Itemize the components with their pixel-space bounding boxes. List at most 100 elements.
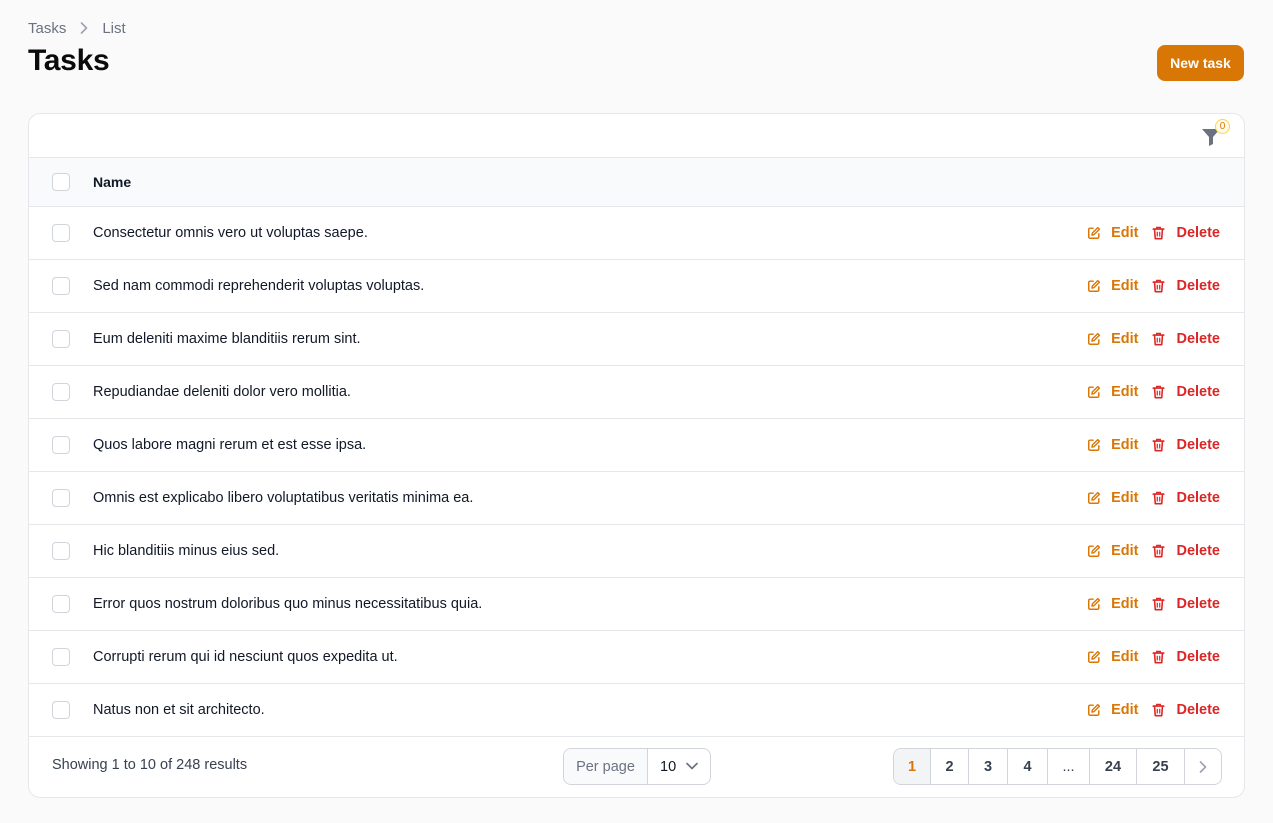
- table-row: Sed nam commodi reprehenderit voluptas v…: [29, 260, 1244, 313]
- trash-icon: [1152, 650, 1170, 664]
- pagination-ellipsis: ...: [1048, 749, 1090, 784]
- table-row: Error quos nostrum doloribus quo minus n…: [29, 578, 1244, 631]
- table-row: Repudiandae deleniti dolor vero mollitia…: [29, 366, 1244, 419]
- row-actions: Edit Delete: [1087, 331, 1220, 347]
- edit-label: Edit: [1111, 596, 1139, 612]
- edit-button[interactable]: Edit: [1087, 278, 1138, 294]
- row-actions: Edit Delete: [1087, 384, 1220, 400]
- row-checkbox[interactable]: [52, 224, 70, 242]
- edit-button[interactable]: Edit: [1087, 490, 1138, 506]
- row-actions: Edit Delete: [1087, 543, 1220, 559]
- row-checkbox[interactable]: [52, 648, 70, 666]
- row-actions: Edit Delete: [1087, 225, 1220, 241]
- chevron-down-icon: [686, 762, 698, 770]
- page-button-24[interactable]: 24: [1090, 749, 1137, 784]
- delete-button[interactable]: Delete: [1152, 543, 1220, 559]
- task-name: Omnis est explicabo libero voluptatibus …: [93, 490, 474, 506]
- tasks-table-card: 0 Name Consectetur omnis vero ut volupta…: [28, 113, 1245, 798]
- edit-icon: [1087, 385, 1106, 399]
- edit-label: Edit: [1111, 278, 1139, 294]
- column-header-name[interactable]: Name: [93, 174, 131, 190]
- trash-icon: [1152, 226, 1170, 240]
- breadcrumb: Tasks List: [28, 18, 126, 38]
- row-checkbox[interactable]: [52, 542, 70, 560]
- edit-button[interactable]: Edit: [1087, 384, 1138, 400]
- delete-button[interactable]: Delete: [1152, 490, 1220, 506]
- edit-icon: [1087, 650, 1106, 664]
- page-button-1[interactable]: 1: [894, 749, 931, 784]
- edit-button[interactable]: Edit: [1087, 649, 1138, 665]
- row-actions: Edit Delete: [1087, 702, 1220, 718]
- table-row: Omnis est explicabo libero voluptatibus …: [29, 472, 1244, 525]
- delete-button[interactable]: Delete: [1152, 225, 1220, 241]
- trash-icon: [1152, 491, 1170, 505]
- select-all-checkbox[interactable]: [52, 173, 70, 191]
- row-checkbox[interactable]: [52, 330, 70, 348]
- task-name: Consectetur omnis vero ut voluptas saepe…: [93, 225, 368, 241]
- edit-button[interactable]: Edit: [1087, 331, 1138, 347]
- delete-button[interactable]: Delete: [1152, 278, 1220, 294]
- page-title: Tasks: [28, 44, 110, 77]
- row-checkbox[interactable]: [52, 436, 70, 454]
- trash-icon: [1152, 279, 1170, 293]
- breadcrumb-tasks-link[interactable]: Tasks: [28, 20, 66, 37]
- task-name: Repudiandae deleniti dolor vero mollitia…: [93, 384, 351, 400]
- trash-icon: [1152, 332, 1170, 346]
- chevron-right-icon: [1199, 760, 1207, 773]
- per-page-select[interactable]: 10: [648, 749, 710, 784]
- table-row: Corrupti rerum qui id nesciunt quos expe…: [29, 631, 1244, 684]
- task-name: Natus non et sit architecto.: [93, 702, 265, 718]
- edit-label: Edit: [1111, 331, 1139, 347]
- breadcrumb-current: List: [102, 19, 126, 37]
- table-row: Hic blanditiis minus eius sed. Edit Delete: [29, 525, 1244, 578]
- edit-label: Edit: [1111, 490, 1139, 506]
- delete-label: Delete: [1176, 702, 1220, 718]
- table-body: Consectetur omnis vero ut voluptas saepe…: [29, 207, 1244, 737]
- delete-button[interactable]: Delete: [1152, 437, 1220, 453]
- page-button-3[interactable]: 3: [969, 749, 1008, 784]
- delete-label: Delete: [1176, 384, 1220, 400]
- row-checkbox[interactable]: [52, 595, 70, 613]
- trash-icon: [1152, 544, 1170, 558]
- page-button-2[interactable]: 2: [931, 749, 969, 784]
- row-checkbox[interactable]: [52, 383, 70, 401]
- delete-button[interactable]: Delete: [1152, 384, 1220, 400]
- edit-button[interactable]: Edit: [1087, 437, 1138, 453]
- row-checkbox[interactable]: [52, 489, 70, 507]
- table-row: Quos labore magni rerum et est esse ipsa…: [29, 419, 1244, 472]
- edit-icon: [1087, 332, 1106, 346]
- edit-icon: [1087, 544, 1106, 558]
- row-checkbox[interactable]: [52, 277, 70, 295]
- task-name: Eum deleniti maxime blanditiis rerum sin…: [93, 331, 361, 347]
- delete-button[interactable]: Delete: [1152, 649, 1220, 665]
- task-name: Sed nam commodi reprehenderit voluptas v…: [93, 278, 425, 294]
- next-page-button[interactable]: [1185, 749, 1221, 784]
- row-actions: Edit Delete: [1087, 596, 1220, 612]
- delete-button[interactable]: Delete: [1152, 331, 1220, 347]
- edit-label: Edit: [1111, 543, 1139, 559]
- task-name: Error quos nostrum doloribus quo minus n…: [93, 596, 483, 612]
- new-task-button[interactable]: New task: [1157, 45, 1244, 81]
- page-button-25[interactable]: 25: [1137, 749, 1185, 784]
- edit-button[interactable]: Edit: [1087, 702, 1138, 718]
- pagination: 1 2 3 4... 24 25: [893, 748, 1222, 785]
- page-button-4[interactable]: 4: [1008, 749, 1048, 784]
- delete-button[interactable]: Delete: [1152, 596, 1220, 612]
- row-checkbox[interactable]: [52, 701, 70, 719]
- delete-button[interactable]: Delete: [1152, 702, 1220, 718]
- edit-icon: [1087, 279, 1106, 293]
- edit-label: Edit: [1111, 702, 1139, 718]
- edit-icon: [1087, 703, 1106, 717]
- edit-button[interactable]: Edit: [1087, 543, 1138, 559]
- delete-label: Delete: [1176, 596, 1220, 612]
- edit-button[interactable]: Edit: [1087, 596, 1138, 612]
- edit-icon: [1087, 597, 1106, 611]
- row-actions: Edit Delete: [1087, 278, 1220, 294]
- row-actions: Edit Delete: [1087, 649, 1220, 665]
- edit-icon: [1087, 491, 1106, 505]
- delete-label: Delete: [1176, 543, 1220, 559]
- table-toolbar: 0: [29, 114, 1244, 158]
- edit-button[interactable]: Edit: [1087, 225, 1138, 241]
- table-row: Consectetur omnis vero ut voluptas saepe…: [29, 207, 1244, 260]
- table-footer: Showing 1 to 10 of 248 results Per page …: [29, 737, 1244, 797]
